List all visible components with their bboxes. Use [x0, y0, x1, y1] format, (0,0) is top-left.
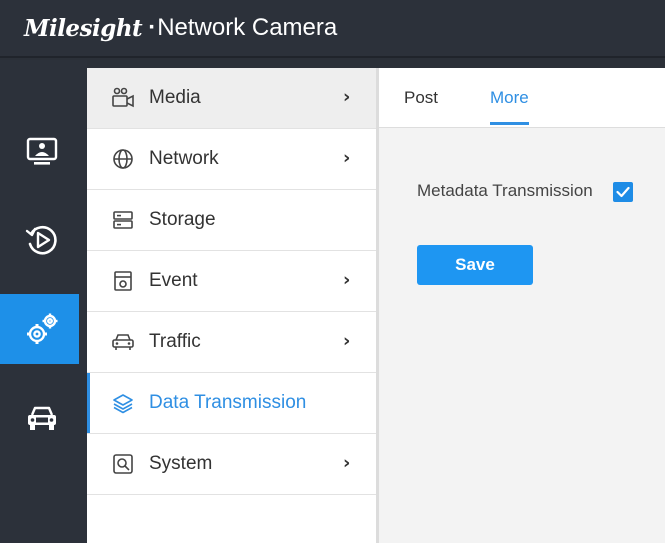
menu-item-label: Media	[149, 87, 201, 108]
chevron-right-icon: ›	[343, 147, 351, 169]
menu-item-event[interactable]: Event ›	[87, 251, 376, 312]
menu-item-media[interactable]: Media ›	[87, 68, 376, 129]
nav-settings[interactable]	[0, 294, 84, 364]
menu-item-label: Network	[149, 148, 219, 169]
main-nav-rail	[0, 60, 84, 543]
product-title: ·Network Camera	[148, 14, 338, 41]
menu-item-traffic[interactable]: Traffic ›	[87, 312, 376, 373]
tab-post[interactable]: Post	[404, 88, 438, 125]
settings-gears-icon	[27, 313, 58, 344]
layers-icon	[111, 391, 135, 415]
nav-live-view[interactable]	[0, 117, 84, 187]
save-button[interactable]: Save	[417, 245, 533, 285]
live-view-monitor-icon	[26, 137, 58, 165]
menu-item-label: System	[149, 453, 213, 474]
system-icon	[111, 452, 135, 476]
checkmark-icon	[616, 186, 630, 198]
globe-icon	[111, 147, 135, 171]
active-indicator	[87, 373, 90, 433]
nav-playback[interactable]	[0, 205, 84, 275]
content-panel: Post More Metadata Transmission Save	[379, 68, 665, 543]
tab-more[interactable]: More	[490, 88, 529, 125]
settings-menu: Media › Network › Storage Event › Traffi…	[87, 68, 376, 543]
chevron-right-icon: ›	[343, 452, 351, 474]
menu-item-network[interactable]: Network ›	[87, 129, 376, 190]
event-icon	[111, 269, 135, 293]
menu-item-data-transmission[interactable]: Data Transmission	[87, 373, 376, 434]
chevron-right-icon: ›	[343, 86, 351, 108]
metadata-transmission-label: Metadata Transmission	[417, 181, 593, 200]
vehicle-recognition-icon	[28, 406, 56, 430]
storage-icon	[111, 208, 135, 232]
menu-item-system[interactable]: System ›	[87, 434, 376, 495]
media-camera-icon	[111, 86, 135, 110]
nav-vehicle[interactable]	[0, 383, 84, 453]
menu-item-storage[interactable]: Storage	[87, 190, 376, 251]
metadata-transmission-checkbox[interactable]	[613, 182, 633, 202]
chevron-right-icon: ›	[343, 330, 351, 352]
car-icon	[111, 330, 135, 354]
brand-logo: Milesight	[24, 14, 143, 42]
menu-item-label: Data Transmission	[149, 392, 307, 413]
chevron-right-icon: ›	[343, 269, 351, 291]
tab-bar: Post More	[379, 68, 665, 128]
playback-icon	[25, 225, 57, 255]
menu-item-label: Traffic	[149, 331, 201, 352]
app-header: Milesight ·Network Camera	[0, 0, 665, 58]
menu-item-label: Storage	[149, 209, 216, 230]
menu-item-label: Event	[149, 270, 198, 291]
nav-gutter	[79, 60, 87, 543]
